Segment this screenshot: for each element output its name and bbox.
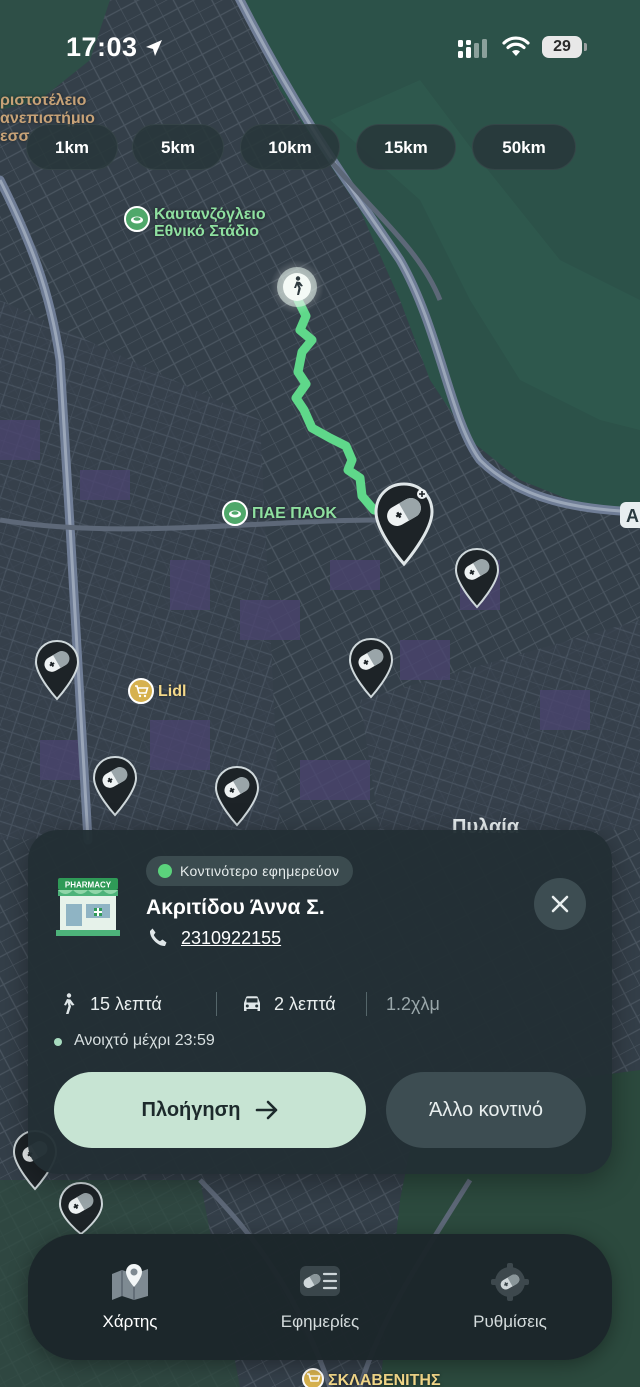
other-nearby-button[interactable]: Άλλο κοντινό xyxy=(386,1072,586,1148)
pharmacy-pin[interactable] xyxy=(56,1180,106,1236)
car-icon xyxy=(244,996,260,1011)
navigate-label: Πλοήγηση xyxy=(141,1098,241,1121)
distance-chip-50km[interactable]: 50km xyxy=(472,124,576,170)
svg-text:A: A xyxy=(626,506,639,526)
stats-divider xyxy=(216,992,217,1016)
navigate-button[interactable]: Πλοήγηση xyxy=(54,1072,366,1148)
distance-chip-10km[interactable]: 10km xyxy=(240,124,340,170)
distance: 1.2χλμ xyxy=(386,994,440,1014)
pharmacy-storefront-icon: PHARMACY xyxy=(56,878,120,936)
bottom-tab-bar: Χάρτης Εφημερίες Ρυθμίσεις xyxy=(28,1234,612,1360)
battery-tip xyxy=(584,43,587,51)
nearest-on-duty-badge: Κοντινότερο εφημερεύον xyxy=(146,856,354,886)
pharmacy-pin[interactable] xyxy=(212,764,262,828)
pharmacy-pin[interactable] xyxy=(346,636,396,700)
pharmacy-name: Ακριτίδου Άννα Σ. xyxy=(146,896,325,919)
stadium-icon xyxy=(124,206,150,232)
battery-level: 29 xyxy=(542,36,582,58)
distance-chip-1km[interactable]: 1km xyxy=(26,124,118,170)
distance-chip-5km[interactable]: 5km xyxy=(132,124,224,170)
open-status-text: Ανοιχτό μέχρι 23:59 xyxy=(74,1032,215,1049)
distance-filter-chips: 1km 5km 10km 15km 50km xyxy=(26,124,586,170)
close-button[interactable] xyxy=(534,878,586,930)
status-dot xyxy=(158,864,172,878)
wifi-icon xyxy=(502,36,530,56)
poi-stadium[interactable]: Καυτανζόγλειο Εθνικό Στάδιο xyxy=(124,206,266,240)
close-icon xyxy=(551,895,569,913)
stadium-icon xyxy=(222,500,248,526)
distance-chip-15km[interactable]: 15km xyxy=(356,124,456,170)
pharmacy-pin[interactable] xyxy=(90,754,140,818)
pharmacy-pin[interactable] xyxy=(32,638,82,702)
pharmacy-detail-card: PHARMACY Κοντινότερο εφημερεύον Ακριτίδο… xyxy=(28,830,612,1174)
arrow-right-icon xyxy=(255,1100,277,1120)
pharmacy-sign: PHARMACY xyxy=(65,881,112,890)
tab-settings-label: Ρυθμίσεις xyxy=(473,1312,547,1331)
shopping-cart-icon xyxy=(128,678,154,704)
tab-settings[interactable]: Ρυθμίσεις xyxy=(420,1234,600,1360)
walking-icon xyxy=(64,993,75,1014)
shopping-cart-icon xyxy=(302,1368,324,1387)
tab-duties-label: Εφημερίες xyxy=(280,1312,360,1331)
poi-supermarket-label: ΣΚΛΑΒΕΝΙΤΗΣ xyxy=(328,1372,441,1387)
pharmacy-pin-selected[interactable] xyxy=(370,480,438,568)
status-time: 17:03 xyxy=(66,32,138,62)
map-view[interactable]: A xyxy=(0,0,640,1387)
pharmacy-pin[interactable] xyxy=(452,546,502,610)
cellular-signal-icon xyxy=(458,39,487,58)
battery-icon: 29 xyxy=(542,36,588,58)
phone-icon[interactable] xyxy=(146,926,170,950)
user-location-marker xyxy=(270,260,324,314)
poi-paok-label: ΠΑΕ ΠΑΟΚ xyxy=(252,505,337,522)
poi-paok[interactable]: ΠΑΕ ΠΑΟΚ xyxy=(222,500,337,526)
tab-map[interactable]: Χάρτης xyxy=(40,1234,220,1360)
walk-time: 15 λεπτά xyxy=(90,994,162,1014)
tab-duties[interactable]: Εφημερίες xyxy=(230,1234,410,1360)
drive-time: 2 λεπτά xyxy=(274,994,336,1014)
other-nearby-label: Άλλο κοντινό xyxy=(428,1098,544,1121)
settings-gear-icon xyxy=(491,1263,529,1301)
duty-list-icon xyxy=(300,1266,340,1296)
open-status-dot xyxy=(54,1038,62,1046)
poi-lidl-label: Lidl xyxy=(158,683,187,700)
map-icon xyxy=(112,1264,148,1300)
travel-stats: 15 λεπτά 2 λεπτά 1.2χλμ xyxy=(54,988,594,1020)
badge-label: Κοντινότερο εφημερεύον xyxy=(180,863,340,879)
tab-map-label: Χάρτης xyxy=(102,1312,158,1331)
stats-divider xyxy=(366,992,367,1016)
poi-stadium-label: Καυτανζόγλειο Εθνικό Στάδιο xyxy=(154,206,266,240)
poi-supermarket[interactable]: ΣΚΛΑΒΕΝΙΤΗΣ xyxy=(302,1368,441,1387)
phone-number-link[interactable]: 2310922155 xyxy=(181,928,281,949)
location-arrow-icon xyxy=(146,40,162,56)
status-bar: 17:03 29 xyxy=(0,0,640,96)
poi-lidl[interactable]: Lidl xyxy=(128,678,186,704)
